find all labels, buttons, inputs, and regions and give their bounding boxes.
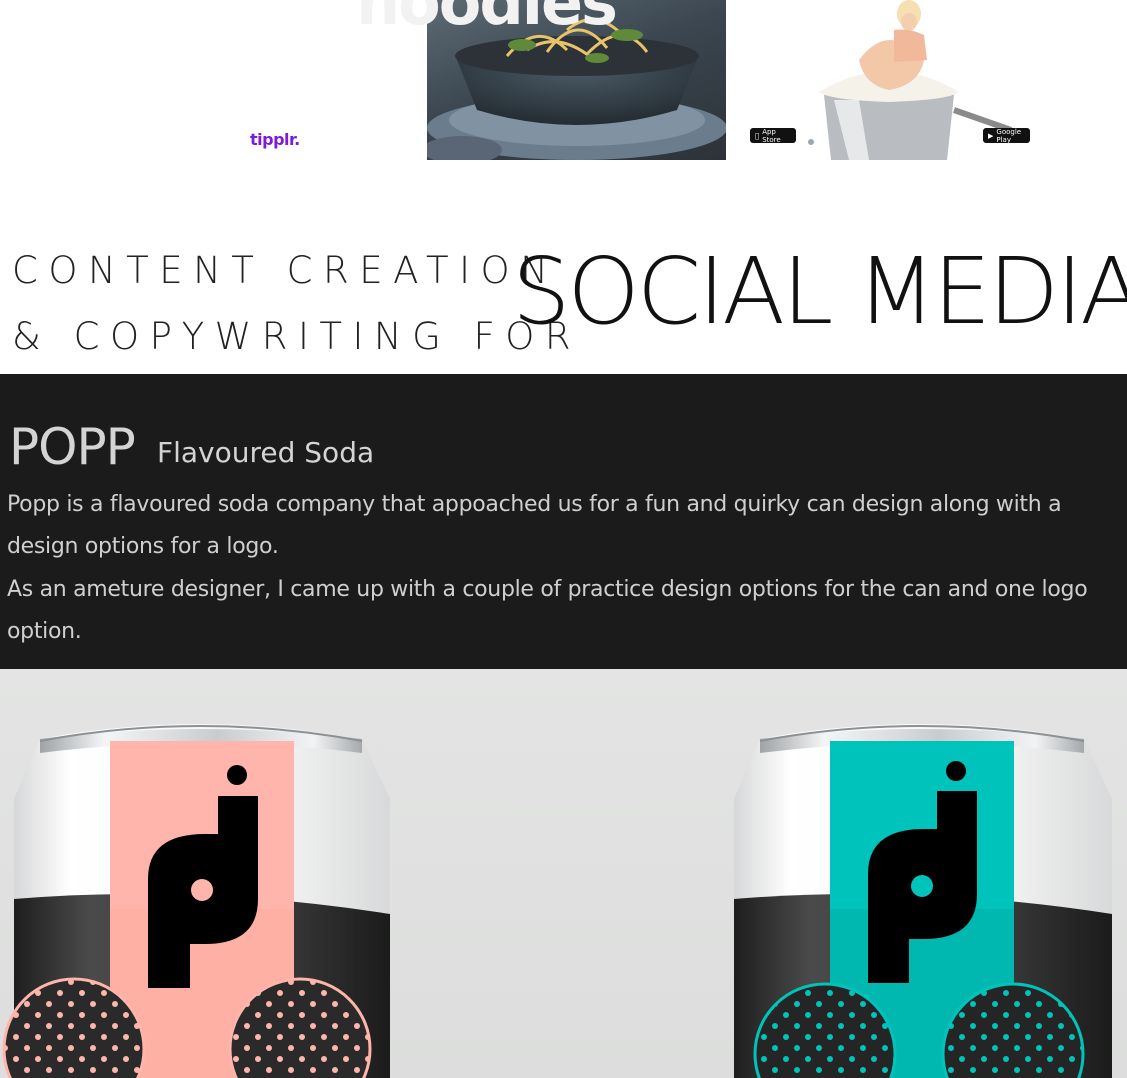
noodles-heading: noodles	[356, 0, 618, 39]
top-portfolio-strip: tipplr. noodles App Store ▶ Google Play	[0, 0, 1127, 200]
can-mockup-image	[2, 724, 1112, 1078]
app-store-badge[interactable]:  App Store	[750, 127, 796, 144]
can-pink	[2, 724, 390, 1078]
headline-social-media: SOCIAL MEDIA	[512, 238, 1127, 345]
project-description-1: Popp is a flavoured soda company that ap…	[7, 492, 1062, 559]
headline-left: CONTENT CREATION & COPYWRITING FOR	[12, 238, 581, 370]
headline-line-1: CONTENT CREATION	[12, 249, 559, 292]
project-title: POPP	[9, 418, 136, 476]
app-store-label: App Store	[758, 127, 781, 144]
project-description-2: As an ameture designer, I came up with a…	[7, 577, 1088, 644]
google-play-badge[interactable]: ▶ Google Play	[983, 127, 1030, 144]
play-icon: ▶	[988, 131, 994, 140]
project-info-section: POPP Flavoured Soda Popp is a flavoured …	[0, 374, 1127, 669]
tipplr-logo: tipplr.	[250, 130, 300, 149]
can-teal	[734, 724, 1112, 1078]
project-subtitle: Flavoured Soda	[157, 436, 375, 469]
apple-icon: 	[755, 132, 759, 140]
headline-line-2: & COPYWRITING FOR	[12, 315, 582, 358]
soda-can-mockup	[0, 669, 1127, 1078]
google-play-label: Google Play	[996, 127, 1022, 144]
